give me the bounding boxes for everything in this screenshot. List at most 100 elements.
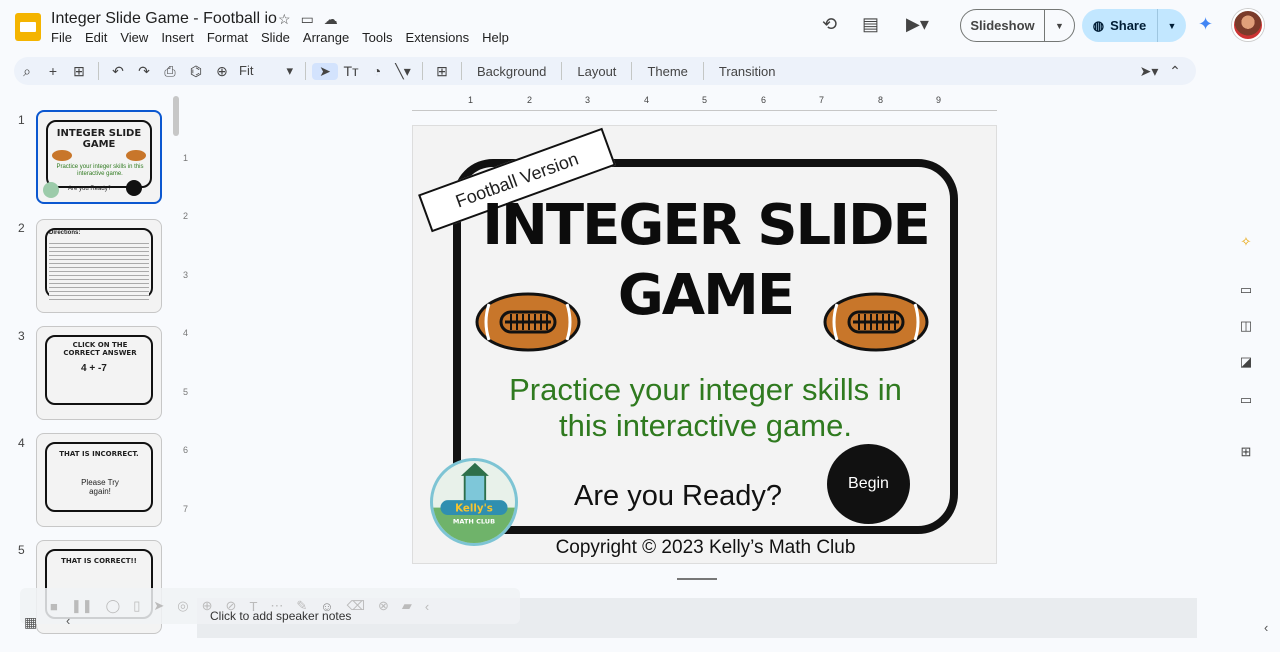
begin-button[interactable]: Begin xyxy=(827,444,910,524)
keep-icon[interactable]: ▭ xyxy=(1236,282,1256,302)
ready-text[interactable]: Are you Ready? xyxy=(553,480,803,513)
slide-thumbnail-4[interactable]: THAT IS INCORRECT. Please Try again! xyxy=(36,433,162,527)
add-comment-icon[interactable]: ⊞ xyxy=(429,63,455,80)
ruler-tick: 7 xyxy=(183,504,189,514)
football-icon xyxy=(126,150,146,161)
divider xyxy=(461,62,462,80)
text-box-icon[interactable]: Tт xyxy=(338,63,364,79)
print-icon[interactable]: ⎙ xyxy=(157,63,183,80)
chevron-left-icon[interactable]: ‹ xyxy=(425,599,429,614)
collapse-toolbar-icon[interactable]: ⌃ xyxy=(1162,63,1188,80)
chevron-down-icon[interactable]: ▼ xyxy=(1158,21,1186,31)
search-menus-icon[interactable]: ⌕ xyxy=(14,63,40,80)
chevron-left-icon[interactable]: ‹ xyxy=(66,613,70,628)
folder-icon[interactable]: ▭ xyxy=(1236,392,1256,412)
copyright-text[interactable]: Copyright © 2023 Kelly’s Math Club xyxy=(413,537,998,559)
speaker-notes-placeholder[interactable]: Click to add speaker notes xyxy=(210,609,351,623)
gemini-icon[interactable]: ✦ xyxy=(1198,14,1213,35)
horizontal-ruler: 1 2 3 4 5 6 7 8 9 xyxy=(412,95,997,111)
background-button[interactable]: Background xyxy=(468,64,555,79)
share-button[interactable]: ◍ Share ▼ xyxy=(1082,9,1186,42)
globe-icon: ◍ xyxy=(1092,17,1105,33)
share-main[interactable]: ◍ Share xyxy=(1082,9,1158,42)
avatar[interactable] xyxy=(1232,9,1264,41)
grid-view-icon[interactable]: ▦ xyxy=(24,614,37,631)
tasks-icon[interactable]: ◫ xyxy=(1236,318,1256,338)
slide-canvas[interactable]: Football Version INTEGER SLIDE GAME Prac… xyxy=(412,125,997,564)
pause-icon[interactable]: ❚❚ xyxy=(71,598,93,614)
menu-edit[interactable]: Edit xyxy=(85,30,107,45)
video-call-icon[interactable]: ▶▾ xyxy=(906,14,929,35)
ruler-tick: 2 xyxy=(527,95,533,105)
menu-slide[interactable]: Slide xyxy=(261,30,290,45)
vertical-ruler: 1 2 3 4 5 6 7 xyxy=(183,125,195,565)
menu-view[interactable]: View xyxy=(120,30,148,45)
slide-number: 2 xyxy=(18,221,25,235)
comment-icon[interactable]: ▤ xyxy=(862,14,879,35)
ruler-tick: 7 xyxy=(819,95,825,105)
shape-icon[interactable]: ◔ xyxy=(364,63,390,79)
logo-subtext: MATH CLUB xyxy=(453,517,495,525)
slide-subtitle[interactable]: Practice your integer skills in this int… xyxy=(473,372,938,444)
football-icon[interactable] xyxy=(475,292,581,352)
ruler-tick: 9 xyxy=(936,95,942,105)
pointer-mode-icon[interactable]: ➤▾ xyxy=(1136,63,1162,80)
add-on-icon[interactable]: ⊞ xyxy=(1236,444,1256,464)
slides-logo-icon[interactable] xyxy=(14,12,42,42)
menu-insert[interactable]: Insert xyxy=(161,30,194,45)
cursor-icon[interactable]: ➤ xyxy=(153,598,164,614)
line-icon[interactable]: ╲▾ xyxy=(390,63,416,80)
subtitle-line-2: this interactive game. xyxy=(559,408,852,443)
ruler-tick: 4 xyxy=(183,328,189,338)
football-icon[interactable] xyxy=(823,292,929,352)
slide-thumbnail-2[interactable]: Directions: xyxy=(36,219,162,313)
history-icon[interactable]: ⟲ xyxy=(822,14,837,35)
trash-icon[interactable]: ▯ xyxy=(133,598,140,614)
redo-icon[interactable]: ↷ xyxy=(131,63,157,80)
kellys-math-club-logo[interactable]: Kelly's MATH CLUB xyxy=(430,458,518,546)
contacts-icon[interactable]: ◪ xyxy=(1236,354,1256,374)
thumb-title: CLICK ON THE CORRECT ANSWER xyxy=(63,341,137,357)
menu-extensions[interactable]: Extensions xyxy=(406,30,470,45)
title-line-1[interactable]: INTEGER SLIDE xyxy=(413,198,998,254)
theme-button[interactable]: Theme xyxy=(638,64,696,79)
zoom-select[interactable]: Fit ▾ xyxy=(235,63,299,79)
notes-resize-handle[interactable] xyxy=(677,578,717,580)
menu-bar: File Edit View Insert Format Slide Arran… xyxy=(51,30,522,45)
magic-icon[interactable]: ✧ xyxy=(1236,234,1256,254)
slide-thumbnail-3[interactable]: CLICK ON THE CORRECT ANSWER 4 + -7 xyxy=(36,326,162,420)
video-icon[interactable]: ▰ xyxy=(402,598,412,614)
slideshow-label[interactable]: Slideshow xyxy=(961,10,1045,41)
menu-arrange[interactable]: Arrange xyxy=(303,30,349,45)
chevron-down-icon[interactable]: ▼ xyxy=(1045,21,1074,31)
new-slide-icon[interactable]: + xyxy=(40,63,66,79)
move-folder-icon[interactable]: ▭ xyxy=(301,11,314,28)
star-icon[interactable]: ☆ xyxy=(278,11,291,28)
new-slide-layout-icon[interactable]: ⊞ xyxy=(66,63,92,80)
menu-format[interactable]: Format xyxy=(207,30,248,45)
filmstrip-scrollbar[interactable] xyxy=(173,96,179,136)
side-panel-rail: ✧ ▭ ◫ ◪ ▭ ⊞ xyxy=(1226,220,1266,470)
menu-help[interactable]: Help xyxy=(482,30,509,45)
paint-format-icon[interactable]: ⌬ xyxy=(183,63,209,80)
ruler-tick: 4 xyxy=(644,95,650,105)
cloud-status-icon[interactable]: ☁ xyxy=(324,11,338,28)
slideshow-button[interactable]: Slideshow ▼ xyxy=(960,9,1075,42)
record-icon[interactable]: ■ xyxy=(50,599,58,614)
hide-icon[interactable]: ⊗ xyxy=(378,598,389,614)
thumb-text-lines xyxy=(49,240,149,300)
chevron-left-icon[interactable]: ‹ xyxy=(1264,620,1268,635)
undo-icon[interactable]: ↶ xyxy=(105,63,131,80)
transition-button[interactable]: Transition xyxy=(710,64,785,79)
thumb-title: INTEGER SLIDE GAME xyxy=(56,128,142,150)
zoom-icon[interactable]: ⊕ xyxy=(209,63,235,80)
ruler-tick: 6 xyxy=(183,445,189,455)
laser-icon[interactable]: ◎ xyxy=(177,598,188,614)
document-title[interactable]: Integer Slide Game - Football io xyxy=(51,10,277,28)
layout-button[interactable]: Layout xyxy=(568,64,625,79)
menu-tools[interactable]: Tools xyxy=(362,30,392,45)
slide-thumbnail-1[interactable]: INTEGER SLIDE GAME Practice your integer … xyxy=(36,110,162,204)
select-tool-icon[interactable]: ➤ xyxy=(312,62,338,80)
menu-file[interactable]: File xyxy=(51,30,72,45)
camera-icon[interactable]: ◯ xyxy=(106,598,121,614)
